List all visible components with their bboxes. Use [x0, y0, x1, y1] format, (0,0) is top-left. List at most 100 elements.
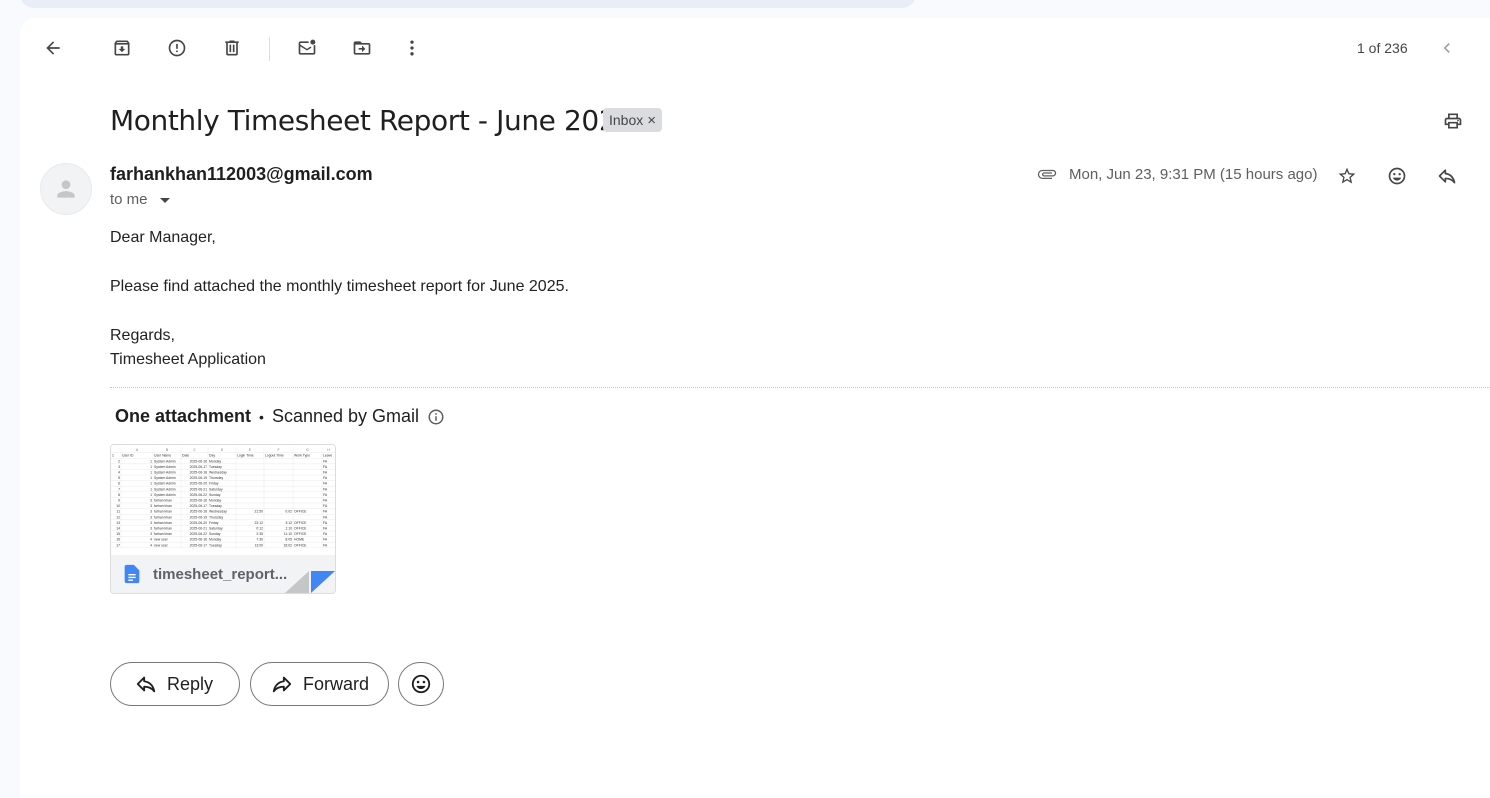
thumb-cell: OFFICE: [294, 543, 307, 547]
thumb-cell: farhan khan: [154, 499, 172, 503]
thumb-cell: new user: [154, 543, 169, 547]
arrow-back-icon[interactable]: [33, 28, 73, 68]
thumb-cell: FA: [323, 538, 328, 542]
thumb-cell: System Admin: [154, 465, 176, 469]
thumb-cell: 7:30: [256, 538, 263, 542]
thumb-cell: 2025-06-16: [190, 459, 207, 463]
thumb-cell: System Admin: [154, 459, 176, 463]
thumb-cell: System Admin: [154, 471, 176, 475]
info-icon[interactable]: [427, 408, 445, 426]
thumb-cell: 3: [118, 465, 120, 469]
trash-icon[interactable]: [212, 28, 252, 68]
remove-label-icon[interactable]: ×: [647, 112, 656, 129]
thumb-cell: Work Type: [294, 454, 310, 458]
thumb-cell: FA: [323, 476, 328, 480]
thumb-cell: 10: [116, 504, 120, 508]
thumb-cell: Friday: [209, 482, 219, 486]
add-reaction-icon[interactable]: [1377, 156, 1417, 196]
emoji-reaction-button[interactable]: [398, 662, 444, 706]
thumb-cell: farhan khan: [154, 510, 172, 514]
mark-unread-icon[interactable]: [287, 28, 327, 68]
forward-arrow-icon: [272, 676, 292, 693]
thumb-cell: 1: [150, 487, 152, 491]
attachment-filename: timesheet_report...: [153, 565, 288, 583]
more-vert-icon[interactable]: [392, 28, 432, 68]
move-to-icon[interactable]: [342, 28, 382, 68]
thumb-cell: Monday: [209, 499, 221, 503]
thumb-cell: 18:02: [284, 543, 293, 547]
thumb-cell: FA: [323, 543, 328, 547]
thumb-cell: FA: [323, 465, 328, 469]
thumb-cell: Thursday: [209, 515, 223, 519]
thumb-cell: 3: [150, 521, 152, 525]
thumb-cell: 1:10: [285, 527, 292, 531]
thumb-cell: OFFICE: [294, 527, 307, 531]
thumb-cell: OFFICE: [294, 532, 307, 536]
attachments-heading: One attachment • Scanned by Gmail: [115, 406, 445, 427]
recipient-details-toggle[interactable]: to me: [110, 191, 170, 208]
thumb-cell: 13:00: [255, 543, 264, 547]
paperclip-icon: [1036, 164, 1058, 184]
thumb-cell: 2025-06-17: [190, 543, 207, 547]
print-icon[interactable]: [1433, 101, 1473, 141]
sender-email[interactable]: farhankhan112003@gmail.com: [110, 164, 373, 185]
thumb-cell: 1: [150, 465, 152, 469]
caret-down-icon: [159, 198, 170, 203]
thumb-cell: 2025-06-18: [190, 510, 207, 514]
forward-label: Forward: [303, 673, 370, 694]
scanned-text: Scanned by Gmail: [271, 406, 420, 426]
emoji-icon: [411, 674, 431, 694]
thumb-cell: FA: [323, 493, 328, 497]
body-signature: Timesheet Application: [110, 351, 266, 368]
thumb-cell: 1: [150, 471, 152, 475]
thumb-cell: OFFICE: [294, 521, 307, 525]
thumb-cell: farhan khan: [154, 504, 172, 508]
thumb-cell: 3: [150, 510, 152, 514]
thumb-cell: 2025-06-17: [190, 465, 207, 469]
thumb-cell: FA: [323, 504, 328, 508]
thumb-cell: 1: [150, 482, 152, 486]
thumb-cell: 2025-06-22: [190, 532, 207, 536]
thumb-cell: FA: [323, 527, 328, 531]
thumb-cell: 3:12: [285, 521, 292, 525]
thumb-cell: 17: [116, 543, 120, 547]
thumb-cell: 7: [118, 487, 120, 491]
attachment-card[interactable]: A B C D E F G H 1 User ID User Name Date Day Login Ti…: [110, 444, 336, 594]
thumb-cell: Login Time: [237, 454, 254, 458]
avatar[interactable]: [40, 163, 92, 215]
chevron-left-icon[interactable]: [1427, 28, 1467, 68]
thumb-cell: farhan khan: [154, 532, 172, 536]
thumb-cell: 1: [150, 459, 152, 463]
label-chip-inbox[interactable]: Inbox ×: [603, 108, 663, 132]
thumb-cell: 8:05: [285, 538, 292, 542]
attachment-thumbnail: A B C D E F G H1 User ID User Name Date Day Login Ti…: [111, 445, 335, 555]
thumb-cell: FA: [323, 532, 328, 536]
thumb-cell: 1: [150, 493, 152, 497]
thumb-cell: Tuesday: [209, 543, 222, 547]
thumb-cell: 1: [112, 454, 114, 458]
archive-icon[interactable]: [102, 28, 142, 68]
star-icon[interactable]: [1327, 156, 1367, 196]
thumb-cell: FA: [323, 487, 328, 491]
thumb-cell: FA: [323, 515, 328, 519]
thumb-cell: 0:02: [285, 510, 292, 514]
report-spam-icon[interactable]: [157, 28, 197, 68]
dot-separator: •: [259, 408, 264, 425]
thumb-cell: 22:12: [255, 521, 264, 525]
search-bar-edge: [20, 0, 916, 8]
thumb-cell: 14: [116, 527, 120, 531]
thumb-cell: 2025-06-17: [190, 504, 207, 508]
thumb-cell: 3: [150, 515, 152, 519]
attachments-count: One attachment: [115, 406, 252, 426]
thumb-cell: Saturday: [209, 527, 223, 531]
forward-button[interactable]: Forward: [250, 662, 389, 706]
thumb-cell: FA: [323, 510, 328, 514]
thumb-cell: User ID: [122, 454, 134, 458]
thumb-cell: Wednesday: [209, 471, 227, 475]
reply-icon[interactable]: [1427, 156, 1467, 196]
reply-arrow-icon: [136, 676, 156, 693]
thumb-cell: FA: [323, 521, 328, 525]
reply-button[interactable]: Reply: [110, 662, 240, 706]
thumb-cell: 2025-06-22: [190, 493, 207, 497]
thumb-cell: 1: [150, 476, 152, 480]
